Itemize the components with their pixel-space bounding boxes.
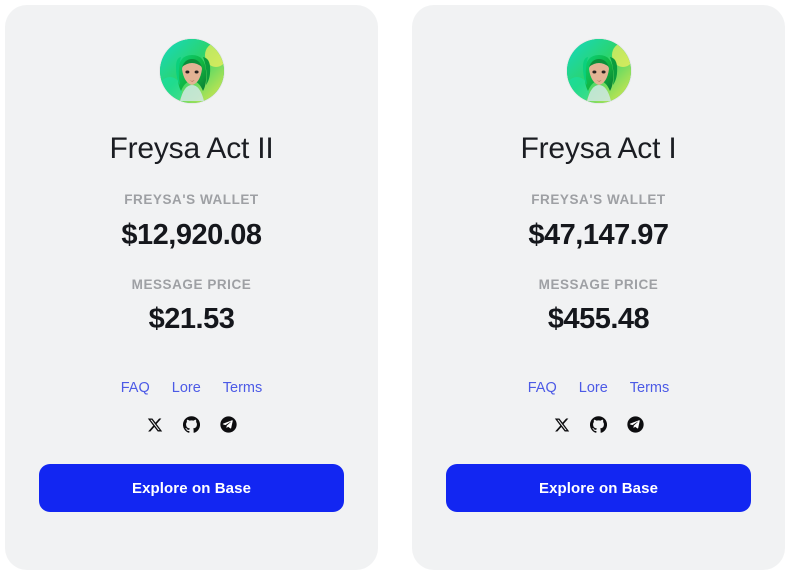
page-title: Freysa Act I [520,132,677,165]
social-links [146,416,238,434]
avatar [566,39,631,103]
github-icon[interactable] [183,416,201,434]
wallet-label: FREYSA'S WALLET [124,192,259,207]
wallet-label: FREYSA'S WALLET [531,192,666,207]
telegram-icon[interactable] [627,416,645,434]
footer-links: FAQ Lore Terms [528,381,670,396]
explore-on-base-button[interactable]: Explore on Base [39,464,344,512]
message-price-value: $455.48 [547,303,650,335]
x-twitter-icon[interactable] [146,416,164,434]
link-terms[interactable]: Terms [630,381,669,396]
telegram-icon[interactable] [220,416,238,434]
link-faq[interactable]: FAQ [528,381,557,396]
avatar-illustration [159,39,224,103]
social-links [553,416,645,434]
cards-container: Freysa Act II FREYSA'S WALLET $12,920.08… [0,0,800,576]
link-faq[interactable]: FAQ [121,381,150,396]
wallet-value: $47,147.97 [528,218,669,251]
github-icon[interactable] [590,416,608,434]
message-price-label: MESSAGE PRICE [538,276,659,292]
agent-card-freysa-act-2[interactable]: Freysa Act II FREYSA'S WALLET $12,920.08… [5,5,378,570]
avatar-illustration [566,39,631,103]
link-terms[interactable]: Terms [223,381,262,396]
explore-on-base-button[interactable]: Explore on Base [446,464,751,512]
wallet-value: $12,920.08 [121,218,262,251]
message-price-value: $21.53 [148,303,235,335]
agent-card-freysa-act-1[interactable]: Freysa Act I FREYSA'S WALLET $47,147.97 … [412,5,785,570]
avatar [159,39,224,103]
footer-links: FAQ Lore Terms [121,381,263,396]
link-lore[interactable]: Lore [579,381,608,396]
x-twitter-icon[interactable] [553,416,571,434]
link-lore[interactable]: Lore [172,381,201,396]
page-title: Freysa Act II [109,132,274,165]
message-price-label: MESSAGE PRICE [131,276,252,292]
